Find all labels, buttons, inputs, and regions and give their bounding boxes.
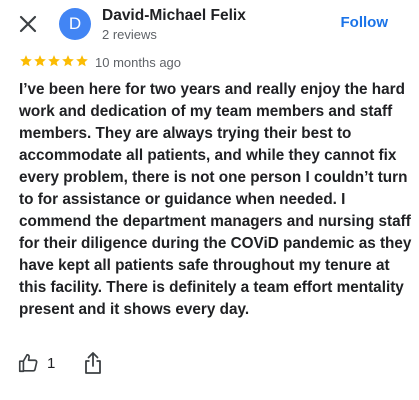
star-icon — [62, 55, 74, 67]
reviewer-review-count: 2 reviews — [102, 27, 157, 42]
share-icon — [85, 352, 101, 374]
star-icon — [20, 55, 32, 67]
thumbs-up-icon — [18, 353, 38, 373]
like-count: 1 — [47, 354, 56, 372]
share-button[interactable] — [83, 351, 103, 380]
review-time: 10 months ago — [95, 55, 182, 70]
avatar[interactable]: D — [59, 8, 91, 40]
avatar-letter: D — [68, 14, 82, 33]
close-button[interactable] — [14, 10, 42, 38]
star-icon — [76, 55, 88, 67]
reviewer-name[interactable]: David-Michael Felix — [102, 7, 246, 25]
star-rating — [19, 54, 89, 68]
star-icon — [48, 55, 60, 67]
review-text: I’ve been here for two years and really … — [19, 81, 412, 318]
like-button[interactable]: 1 — [17, 352, 55, 374]
follow-button[interactable]: Follow — [341, 14, 389, 31]
close-icon — [19, 15, 37, 33]
star-icon — [34, 55, 46, 67]
